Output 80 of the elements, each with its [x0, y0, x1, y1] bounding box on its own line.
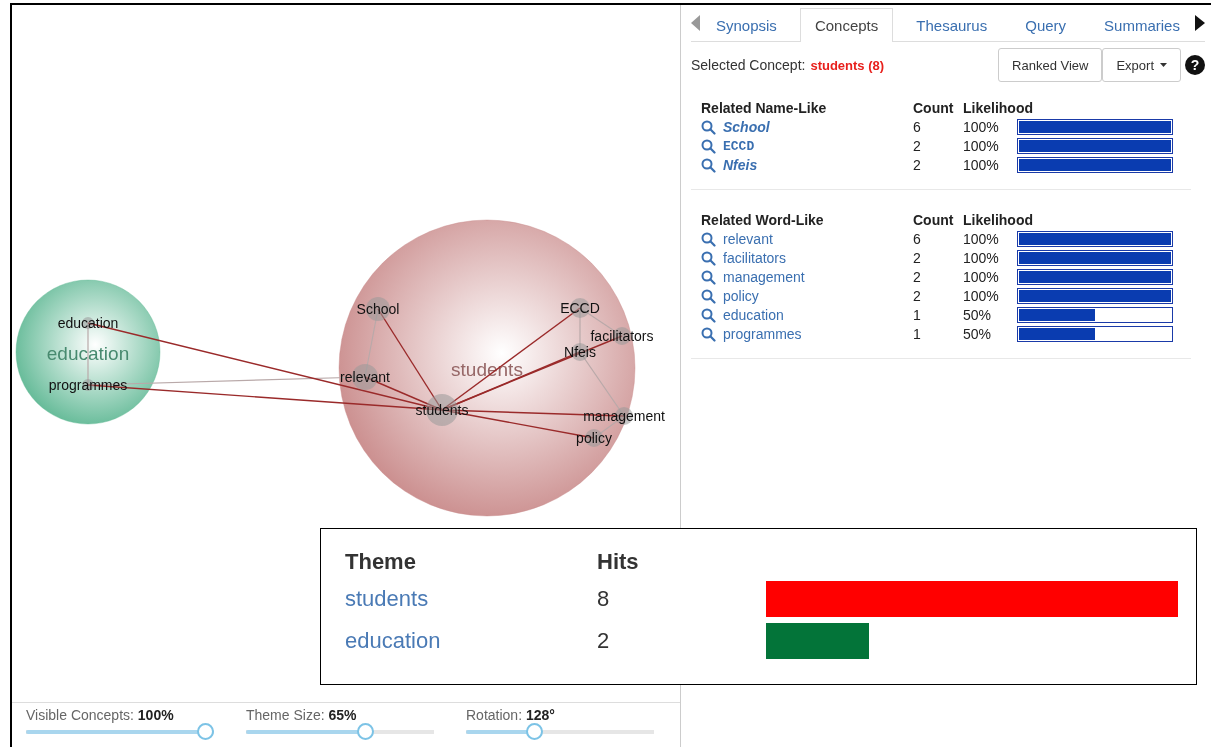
likelihood-cell-text: 100% — [963, 250, 1000, 266]
count-cell-text: 2 — [913, 138, 922, 154]
count-cell-text: 6 — [913, 231, 922, 247]
count-cell-text: 2 — [913, 250, 922, 266]
search-icon[interactable] — [701, 138, 716, 154]
slider-label: Rotation: 128° — [466, 707, 556, 723]
concept-label[interactable]: policy — [576, 430, 612, 446]
count-cell-text: 1 — [913, 326, 922, 342]
concept-label[interactable]: facilitators — [590, 328, 654, 344]
search-icon[interactable] — [701, 250, 716, 266]
column-header: Likelihood — [963, 212, 1034, 228]
tab[interactable]: Concepts — [799, 8, 894, 42]
likelihood-cell-text: 100% — [963, 288, 1000, 304]
count-cell-text: 2 — [913, 288, 922, 304]
concept-link[interactable]: ECCD — [723, 138, 755, 154]
node-dot[interactable] — [82, 317, 94, 329]
search-icon[interactable] — [701, 231, 716, 247]
column-header: Related Word-Like — [701, 212, 825, 228]
scroll-right-icon[interactable] — [1195, 15, 1205, 31]
concept-link[interactable]: facilitators — [723, 250, 787, 266]
selected-concept-value: students (8) — [810, 57, 885, 73]
view-button[interactable]: Ranked View — [998, 48, 1103, 82]
hits-cell-text: 2 — [597, 628, 611, 654]
column-header: Theme — [345, 549, 417, 575]
slider-label: Theme Size: 65% — [246, 707, 358, 723]
concept-label[interactable]: programmes — [48, 377, 128, 393]
dropdown-button[interactable]: Export — [1102, 48, 1181, 82]
tab[interactable]: Summaries — [1089, 8, 1195, 41]
theme-link[interactable]: education — [345, 628, 597, 654]
concept-label[interactable]: ECCD — [560, 300, 600, 316]
tab[interactable]: Thesaurus — [901, 8, 1003, 41]
likelihood-cell-text: 100% — [963, 231, 1000, 247]
search-icon[interactable] — [701, 307, 716, 323]
concept-label[interactable]: Nfeis — [564, 344, 596, 360]
concept-label[interactable]: relevant — [340, 369, 390, 385]
concept-link[interactable]: programmes — [723, 326, 802, 342]
concept-label[interactable]: students — [415, 402, 469, 418]
search-icon[interactable] — [701, 119, 716, 135]
tab[interactable]: Query — [1010, 8, 1082, 41]
concept-link[interactable]: School — [723, 119, 770, 135]
likelihood-cell-text: 100% — [963, 119, 1000, 135]
count-cell-text: 2 — [913, 157, 922, 173]
slider-thumb[interactable] — [357, 723, 375, 740]
theme-label: education — [46, 343, 130, 364]
concept-link[interactable]: management — [723, 269, 805, 285]
concept-link[interactable]: Nfeis — [723, 157, 758, 173]
tab[interactable]: Synopsis — [701, 8, 792, 41]
column-header: Related Name-Like — [701, 100, 828, 116]
column-header: Likelihood — [963, 100, 1034, 116]
theme-bubble[interactable] — [15, 279, 161, 425]
count-cell-text: 2 — [913, 269, 922, 285]
slider-thumb[interactable] — [525, 723, 543, 740]
search-icon[interactable] — [701, 269, 716, 285]
likelihood-cell-text: 100% — [963, 157, 1000, 173]
likelihood-cell-text: 50% — [963, 307, 993, 323]
concept-link[interactable]: relevant — [723, 231, 773, 247]
help-icon[interactable]: ? — [1185, 55, 1205, 75]
count-cell-text: 6 — [913, 119, 922, 135]
column-header: Hits — [597, 549, 640, 575]
count-cell-text: 1 — [913, 307, 922, 323]
concept-link[interactable]: education — [723, 307, 784, 323]
concept-label[interactable]: education — [57, 315, 119, 331]
scroll-left-icon[interactable] — [691, 15, 701, 31]
likelihood-cell-text: 50% — [963, 326, 993, 342]
search-icon[interactable] — [701, 288, 716, 304]
slider-thumb[interactable] — [197, 723, 214, 740]
column-header: Count — [913, 212, 955, 228]
column-header: Count — [913, 100, 955, 116]
concept-label[interactable]: management — [583, 408, 665, 424]
selected-concept-label: Selected Concept: — [691, 57, 806, 73]
slider-label: Visible Concepts: 100% — [26, 707, 175, 723]
concept-link[interactable]: policy — [723, 288, 759, 304]
concept-label[interactable]: School — [356, 301, 400, 317]
search-icon[interactable] — [701, 326, 716, 342]
theme-link[interactable]: students — [345, 586, 597, 612]
likelihood-cell-text: 100% — [963, 269, 1000, 285]
hits-cell-text: 8 — [597, 586, 611, 612]
likelihood-cell-text: 100% — [963, 138, 1000, 154]
search-icon[interactable] — [701, 157, 716, 173]
caret-icon — [1160, 63, 1167, 67]
